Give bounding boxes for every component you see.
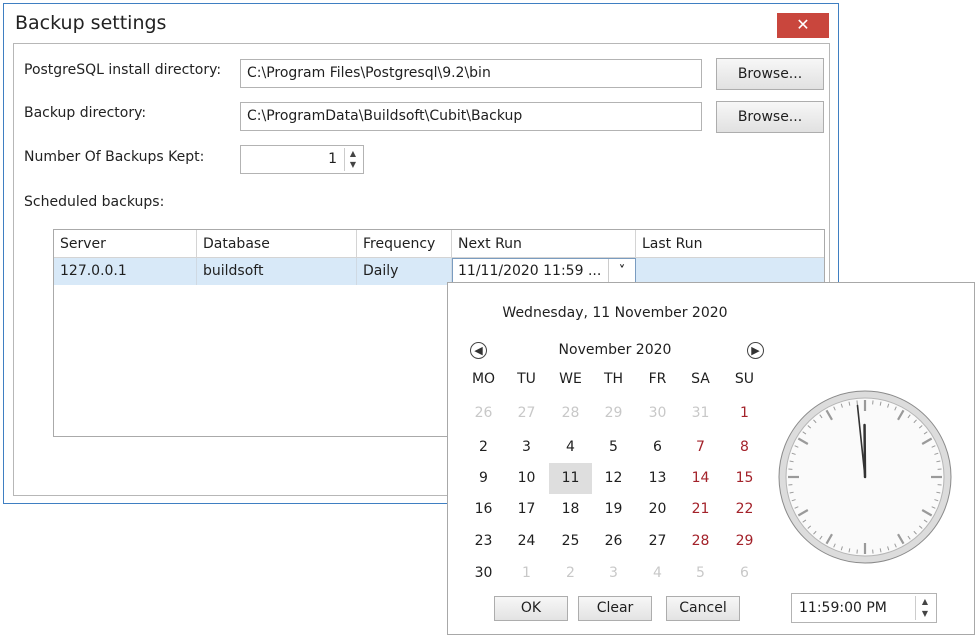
calendar-long-date: Wednesday, 11 November 2020 (502, 305, 728, 321)
calendar-day[interactable]: 8 (723, 432, 766, 463)
calendar-day[interactable]: 27 (636, 526, 679, 557)
cell-server: 127.0.0.1 (54, 258, 197, 285)
clear-button[interactable]: Clear (578, 596, 652, 621)
next-month-icon[interactable]: ▶ (747, 342, 764, 359)
calendar-day[interactable]: 30 (462, 558, 505, 589)
calendar-day[interactable]: 17 (505, 494, 548, 525)
cancel-button[interactable]: Cancel (666, 596, 740, 621)
calendar-day-outside: 29 (604, 405, 623, 421)
calendar-day-outside: 28 (561, 405, 580, 421)
spin-down-icon[interactable]: ▼ (916, 608, 934, 620)
calendar-month-label[interactable]: November 2020 (448, 342, 782, 358)
next-run-value: 11/11/2020 11:59 ... (458, 263, 602, 279)
ok-button[interactable]: OK (494, 596, 568, 621)
calendar-day[interactable]: 3 (505, 432, 548, 463)
calendar-day[interactable]: 21 (679, 494, 722, 525)
weekday-su: SU (734, 371, 755, 387)
column-header-database[interactable]: Database (197, 230, 357, 258)
calendar-day[interactable]: 18 (549, 494, 592, 525)
calendar-day[interactable]: 4 (549, 432, 592, 463)
column-header-last-run[interactable]: Last Run (636, 230, 824, 258)
calendar-day-outside: 5 (696, 565, 705, 581)
calendar-day-outside: 6 (740, 565, 749, 581)
calendar-day-outside: 2 (566, 565, 575, 581)
postgres-dir-label: PostgreSQL install directory: (24, 62, 222, 78)
dropdown-button[interactable]: ˅ (608, 259, 635, 284)
time-spinner[interactable]: ▲ ▼ (915, 596, 934, 620)
calendar-day[interactable]: 14 (679, 463, 722, 494)
calendar-day[interactable]: 29 (723, 526, 766, 557)
time-input[interactable]: 11:59:00 PM ▲ ▼ (791, 593, 937, 623)
browse-postgres-button[interactable]: Browse... (716, 58, 824, 90)
weekday-th: TH (603, 371, 624, 387)
close-button[interactable]: ✕ (777, 13, 829, 38)
spinner-arrows[interactable]: ▲ ▼ (344, 148, 361, 171)
title-bar[interactable]: Backup settings ✕ (4, 4, 838, 42)
browse-backup-button[interactable]: Browse... (716, 101, 824, 133)
weekday-fr: FR (648, 371, 667, 387)
calendar-day[interactable]: 26 (592, 526, 635, 557)
calendar-day[interactable]: 16 (462, 494, 505, 525)
weekday-tu: TU (517, 371, 536, 387)
next-run-date-editor[interactable]: 11/11/2020 11:59 ... ˅ (452, 258, 636, 285)
calendar-day[interactable]: 13 (636, 463, 679, 494)
calendar-day-outside: 30 (648, 405, 667, 421)
cell-database: buildsoft (197, 258, 357, 285)
backup-dir-input[interactable]: C:\ProgramData\Buildsoft\Cubit\Backup (240, 102, 702, 131)
table-row[interactable]: 127.0.0.1 buildsoft Daily 11/11/2020 11:… (54, 258, 824, 285)
backups-kept-value: 1 (328, 151, 337, 167)
calendar-day[interactable]: 9 (462, 463, 505, 494)
spin-up-icon[interactable]: ▲ (345, 148, 361, 159)
postgres-dir-input[interactable]: C:\Program Files\Postgresql\9.2\bin (240, 59, 702, 88)
chevron-down-icon: ˅ (618, 264, 626, 279)
date-time-picker-popup: Wednesday, 11 November 2020 ◀ November 2… (447, 282, 975, 635)
calendar-day[interactable]: 28 (679, 526, 722, 557)
calendar-day[interactable]: 1 (723, 398, 766, 429)
weekday-sa: SA (691, 371, 710, 387)
column-header-frequency[interactable]: Frequency (357, 230, 452, 258)
calendar-day-outside: 26 (474, 405, 493, 421)
column-header-next-run[interactable]: Next Run (452, 230, 636, 258)
calendar-day[interactable]: 11 (549, 463, 592, 494)
calendar-day[interactable]: 10 (505, 463, 548, 494)
backups-kept-spinner[interactable]: 1 ▲ ▼ (240, 145, 364, 174)
calendar-day[interactable]: 19 (592, 494, 635, 525)
calendar-day[interactable]: 20 (636, 494, 679, 525)
calendar-day-outside: 27 (517, 405, 536, 421)
calendar-day-outside: 31 (691, 405, 710, 421)
calendar-day-outside: 3 (609, 565, 618, 581)
backup-dir-label: Backup directory: (24, 105, 147, 121)
close-icon: ✕ (796, 15, 810, 34)
calendar-day[interactable]: 2 (462, 432, 505, 463)
time-value: 11:59:00 PM (799, 600, 887, 616)
weekday-mo: MO (471, 371, 496, 387)
cell-last-run (636, 258, 824, 285)
calendar-day[interactable]: 24 (505, 526, 548, 557)
spin-up-icon[interactable]: ▲ (916, 596, 934, 608)
calendar-day[interactable]: 5 (592, 432, 635, 463)
cell-frequency: Daily (357, 258, 452, 285)
calendar-day-outside: 4 (653, 565, 662, 581)
calendar-day[interactable]: 15 (723, 463, 766, 494)
weekday-we: WE (559, 371, 582, 387)
calendar-day-outside: 1 (522, 565, 531, 581)
calendar-day[interactable]: 6 (636, 432, 679, 463)
column-header-server[interactable]: Server (54, 230, 197, 258)
spin-down-icon[interactable]: ▼ (345, 159, 361, 170)
calendar-day[interactable]: 12 (592, 463, 635, 494)
calendar-day[interactable]: 7 (679, 432, 722, 463)
window-title: Backup settings (15, 12, 167, 34)
calendar-day[interactable]: 23 (462, 526, 505, 557)
calendar-day[interactable]: 25 (549, 526, 592, 557)
calendar-day[interactable]: 22 (723, 494, 766, 525)
scheduled-backups-label: Scheduled backups: (24, 194, 165, 210)
analog-clock (778, 390, 952, 564)
backups-kept-label: Number Of Backups Kept: (24, 149, 205, 165)
